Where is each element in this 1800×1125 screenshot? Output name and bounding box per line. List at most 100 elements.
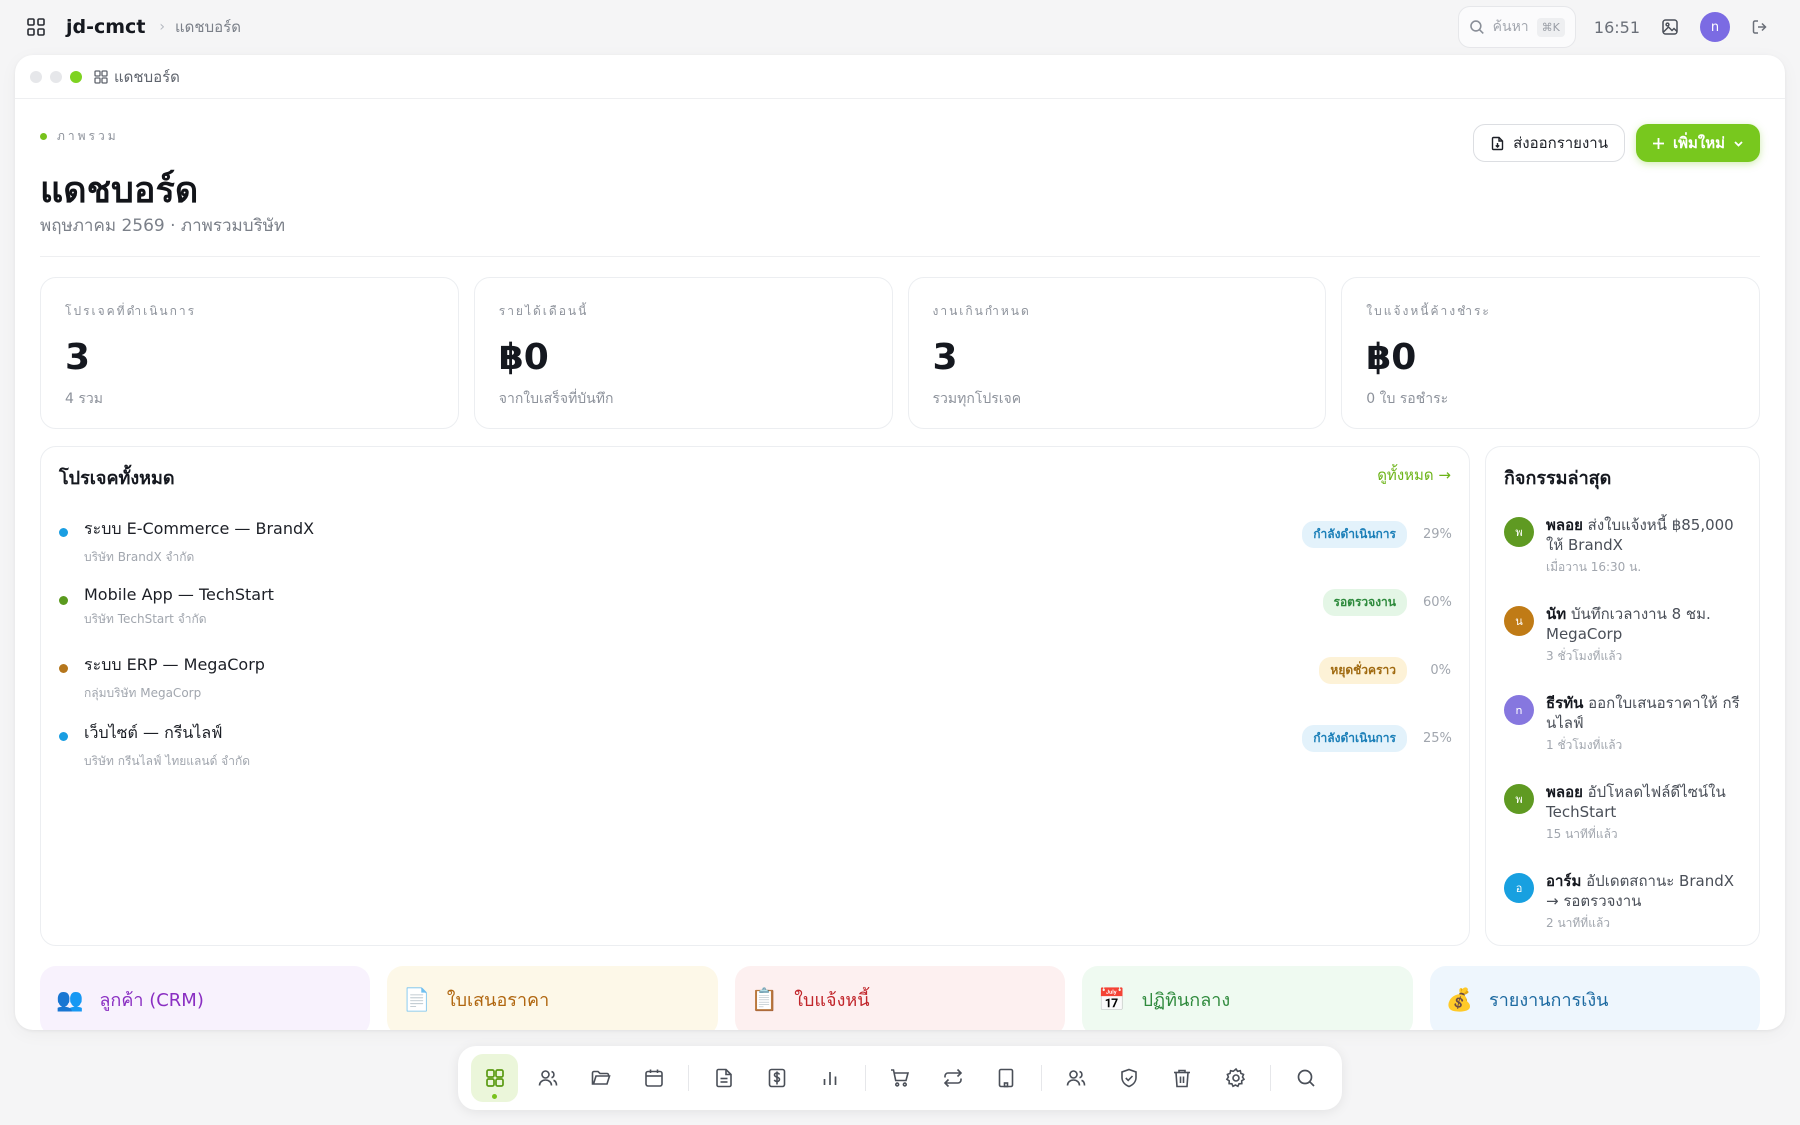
stat-value: 3	[65, 337, 91, 378]
dock-separator	[1270, 1065, 1272, 1091]
chevron-down-icon	[1734, 140, 1743, 147]
window-close-button[interactable]	[30, 70, 42, 83]
dock-invoices[interactable]	[753, 1054, 800, 1102]
settings-icon	[1225, 1067, 1245, 1088]
dock-transfers[interactable]	[930, 1054, 977, 1102]
stat-card-unpaid-invoices[interactable]: ใบแจ้งหนี้ค้างชำระ ฿0 0 ใบ รอชำระ	[1341, 277, 1760, 429]
breadcrumb-separator-icon: ›	[159, 19, 166, 35]
project-status-dot	[59, 528, 68, 537]
project-row[interactable]: ระบบ E-Commerce — BrandX บริษัท BrandX จ…	[59, 517, 1452, 585]
dock-permissions[interactable]	[1106, 1054, 1153, 1102]
project-progress: 25%	[1423, 731, 1452, 746]
project-row[interactable]: Mobile App — TechStart บริษัท TechStart …	[59, 585, 1452, 653]
stat-label: ใบแจ้งหนี้ค้างชำระ	[1366, 304, 1491, 318]
calendar-icon	[644, 1069, 663, 1087]
app-name[interactable]: jd-cmct	[66, 16, 145, 38]
shortcut-cards: 👥 ลูกค้า (CRM) 📄 ใบเสนอราคา 📋 ใบแจ้งหนี้…	[40, 966, 1761, 1030]
apps-grid-icon[interactable]	[24, 15, 48, 39]
stat-card-overdue-tasks[interactable]: งานเกินกำหนด 3 รวมทุกโปรเจค	[907, 277, 1327, 429]
add-new-button[interactable]: เพิ่มใหม่	[1635, 124, 1760, 162]
avatar: n	[1504, 695, 1534, 725]
avatar: อ	[1504, 873, 1534, 903]
project-name: Mobile App — TechStart	[84, 585, 274, 604]
dock-trash[interactable]	[1159, 1054, 1206, 1102]
stat-sub: 0 ใบ รอชำระ	[1366, 391, 1449, 407]
dock-customers[interactable]	[524, 1054, 571, 1102]
shortcut-invoices[interactable]: 📋 ใบแจ้งหนี้	[734, 966, 1066, 1030]
cart-icon	[891, 1069, 910, 1087]
activity-item[interactable]: n ธีรทัน ออกใบเสนอราคาให้ กรีนไลฟ์ 1 ชั่…	[1504, 693, 1747, 782]
invoice-icon	[768, 1068, 786, 1088]
project-status-dot	[59, 596, 68, 605]
activity-time: 1 ชั่วโมงที่แล้ว	[1546, 738, 1623, 752]
dock-company[interactable]	[983, 1054, 1030, 1102]
activity-text: นัท บันทึกเวลางาน 8 ชม. MegaCorp	[1546, 604, 1747, 644]
stat-sub: จากใบเสร็จที่บันทึก	[498, 391, 614, 407]
activity-item[interactable]: อ อาร์ม อัปเดตสถานะ BrandX → รอตรวจงาน 2…	[1504, 871, 1747, 960]
status-badge: หยุดชั่วคราว	[1319, 657, 1407, 684]
shortcut-label: ลูกค้า (CRM)	[99, 990, 204, 1011]
stat-sub: 4 รวม	[65, 391, 103, 407]
project-row[interactable]: เว็บไซต์ — กรีนไลฟ์ บริษัท กรีนไลฟ์ ไทยแ…	[59, 721, 1452, 789]
stat-card-active-projects[interactable]: โปรเจคที่ดำเนินการ 3 4 รวม	[40, 277, 459, 429]
activity-time: 2 นาทีที่แล้ว	[1546, 916, 1611, 930]
search-icon	[1297, 1069, 1315, 1087]
avatar: น	[1504, 606, 1534, 636]
shortcut-crm[interactable]: 👥 ลูกค้า (CRM)	[40, 966, 371, 1030]
project-list: ระบบ E-Commerce — BrandX บริษัท BrandX จ…	[59, 517, 1452, 789]
activity-item[interactable]: พ พลอย ส่งใบแจ้งหนี้ ฿85,000 ให้ BrandX …	[1504, 515, 1747, 604]
window-minimize-button[interactable]	[50, 70, 62, 83]
dashboard-icon	[485, 1069, 504, 1087]
activity-item[interactable]: พ พลอย อัปโหลดไฟล์ดีไซน์ใน TechStart 15 …	[1504, 782, 1747, 871]
dock-reports[interactable]	[806, 1054, 853, 1102]
dock-documents[interactable]	[700, 1054, 747, 1102]
dock-calendar[interactable]	[630, 1054, 677, 1102]
add-new-label: เพิ่มใหม่	[1672, 135, 1725, 152]
shortcut-label: ใบแจ้งหนี้	[794, 990, 870, 1011]
avatar[interactable]: n	[1700, 12, 1730, 42]
search-placeholder: ค้นหา	[1492, 19, 1529, 35]
dock-settings[interactable]	[1212, 1054, 1259, 1102]
team-icon	[1066, 1070, 1086, 1086]
project-progress: 60%	[1423, 595, 1452, 610]
project-progress: 0%	[1430, 663, 1451, 678]
dock-projects[interactable]	[577, 1054, 624, 1102]
stat-label: งานเกินกำหนด	[932, 304, 1031, 318]
dock-search[interactable]	[1282, 1054, 1329, 1102]
shield-icon	[1121, 1068, 1138, 1088]
image-icon[interactable]	[1654, 11, 1686, 43]
project-status-dot	[59, 732, 68, 741]
shortcut-calendar[interactable]: 📅 ปฏิทินกลาง	[1082, 966, 1413, 1030]
project-row[interactable]: ระบบ ERP — MegaCorp กลุ่มบริษัท MegaCorp…	[59, 653, 1451, 721]
export-report-button[interactable]: ส่งออกรายงาน	[1473, 124, 1625, 162]
dock-purchases[interactable]	[877, 1054, 924, 1102]
dock-separator	[864, 1065, 866, 1091]
header-divider	[40, 256, 1760, 257]
dock-team[interactable]	[1053, 1054, 1100, 1102]
dashboard-window: แดชบอร์ด ภาพรวม แดชบอร์ด พฤษภาคม 2569 · …	[15, 55, 1785, 1030]
stat-card-monthly-revenue[interactable]: รายได้เดือนนี้ ฿0 จากใบเสร็จที่บันทึก	[473, 277, 893, 429]
dock-separator	[1040, 1065, 1042, 1091]
file-download-icon	[1491, 136, 1504, 150]
plus-icon	[1652, 137, 1664, 149]
view-all-link[interactable]: ดูทั้งหมด →	[1377, 463, 1451, 487]
status-dot-icon	[40, 133, 47, 140]
activity-time: 3 ชั่วโมงที่แล้ว	[1546, 649, 1623, 663]
project-client: บริษัท กรีนไลฟ์ ไทยแลนด์ จำกัด	[84, 754, 251, 768]
building-icon	[998, 1068, 1014, 1088]
stat-value: ฿0	[498, 337, 549, 378]
window-maximize-button[interactable]	[70, 70, 82, 83]
shortcut-label: รายงานการเงิน	[1489, 990, 1609, 1011]
logout-icon[interactable]	[1744, 11, 1776, 43]
status-badge: รอตรวจงาน	[1322, 589, 1407, 616]
project-name: ระบบ E-Commerce — BrandX	[84, 519, 315, 538]
search-input[interactable]: ค้นหา ⌘K	[1457, 6, 1576, 48]
activity-item[interactable]: น นัท บันทึกเวลางาน 8 ชม. MegaCorp 3 ชั่…	[1504, 604, 1747, 693]
project-status-dot	[59, 664, 68, 673]
stats-row: โปรเจคที่ดำเนินการ 3 4 รวม รายได้เดือนนี…	[40, 277, 1760, 429]
shortcut-quotations[interactable]: 📄 ใบเสนอราคา	[387, 966, 718, 1030]
project-name: เว็บไซต์ — กรีนไลฟ์	[84, 723, 223, 742]
dock-dashboard[interactable]	[471, 1054, 519, 1102]
breadcrumb[interactable]: แดชบอร์ด	[175, 15, 241, 39]
shortcut-finance-report[interactable]: 💰 รายงานการเงิน	[1429, 966, 1761, 1030]
